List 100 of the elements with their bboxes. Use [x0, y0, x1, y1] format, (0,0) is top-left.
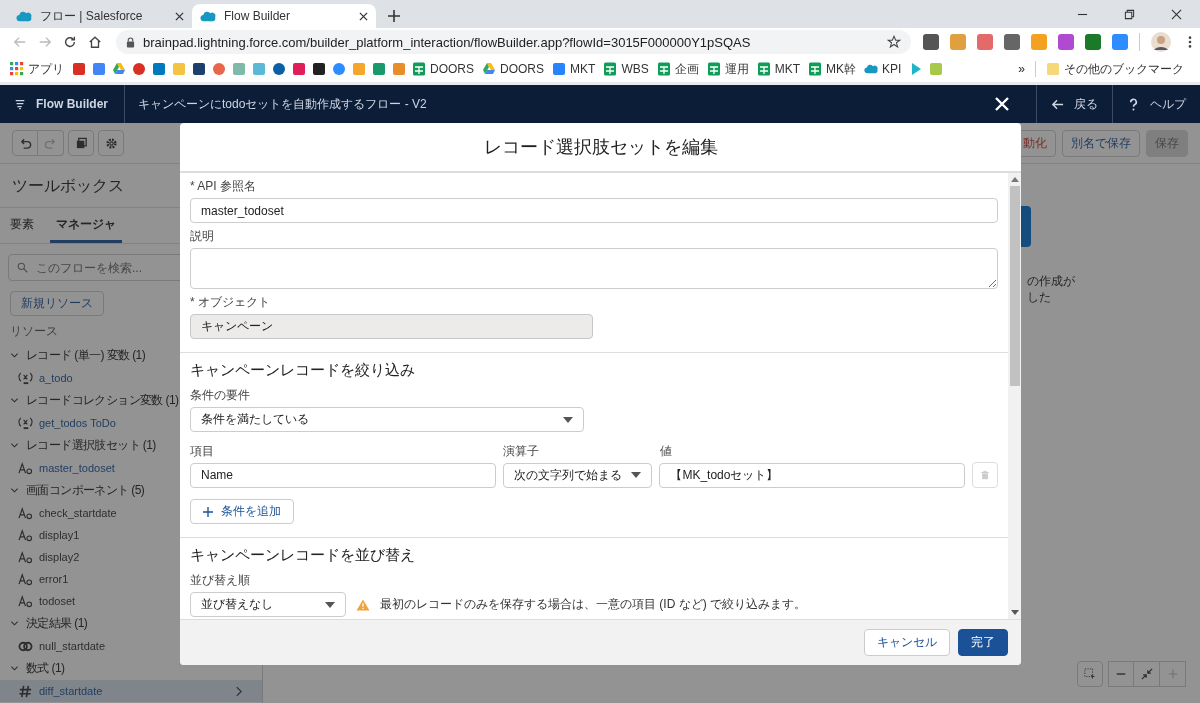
- scroll-up-icon[interactable]: [1010, 177, 1019, 182]
- settings-button[interactable]: [98, 130, 124, 156]
- bookmark-icon[interactable]: [272, 62, 286, 76]
- arrow-left-icon: [1051, 97, 1064, 111]
- copy-button[interactable]: [68, 130, 94, 156]
- column-label: 値: [660, 445, 673, 458]
- menu-icon[interactable]: [1188, 35, 1192, 49]
- folder-icon: [1046, 62, 1060, 76]
- close-icon[interactable]: [359, 11, 368, 21]
- text-type-icon: [18, 506, 33, 520]
- star-icon[interactable]: [887, 35, 901, 49]
- home-icon[interactable]: [88, 35, 102, 49]
- settings-icon: [104, 136, 118, 150]
- caret-icon: [325, 601, 335, 608]
- value-input[interactable]: 【MK_todoセット】: [659, 462, 966, 488]
- panel-tab[interactable]: 要素: [10, 208, 34, 243]
- tree-item[interactable]: null_startdate: [0, 635, 262, 657]
- chevron-right-icon: [235, 685, 242, 697]
- done-button[interactable]: 完了: [958, 629, 1008, 656]
- api-name-field[interactable]: master_todoset: [190, 198, 998, 223]
- field-label: * API 参照名: [190, 180, 258, 193]
- flow-icon: [14, 98, 26, 110]
- apps-grid-icon: [10, 62, 24, 76]
- hash-icon: [18, 684, 33, 698]
- flow-title: キャンペーンにtodoセットを自動作成するフロー - V2: [137, 95, 427, 113]
- scroll-thumb[interactable]: [1009, 186, 1020, 386]
- bookmark[interactable]: MKT: [552, 62, 596, 76]
- cloud-icon: [864, 62, 879, 76]
- flow-node[interactable]: [1021, 206, 1031, 247]
- scroll-down-icon[interactable]: [1010, 610, 1019, 615]
- tree-group[interactable]: 数式 (1): [0, 657, 262, 680]
- extension-icon[interactable]: [1085, 34, 1101, 50]
- lock-icon: [126, 36, 135, 48]
- drive-icon[interactable]: [112, 62, 126, 76]
- plus-icon: [203, 506, 213, 517]
- marquee-select-button[interactable]: [1077, 661, 1103, 687]
- extension-icon[interactable]: [1004, 34, 1020, 50]
- shrink-icon: [1140, 668, 1153, 680]
- caret-icon: [563, 416, 573, 423]
- bookmark[interactable]: MKT: [756, 62, 801, 76]
- bookmark-icon[interactable]: [312, 62, 326, 76]
- undo-button[interactable]: [12, 130, 38, 156]
- save-as-button[interactable]: 別名で保存: [1062, 130, 1140, 157]
- cancel-button[interactable]: キャンセル: [864, 629, 950, 656]
- maximize-icon[interactable]: [1124, 9, 1135, 20]
- chevron-icon: [10, 396, 19, 405]
- bookmark-icon[interactable]: [192, 62, 206, 76]
- undo-icon: [18, 136, 32, 150]
- spreadsheet-icon: [756, 62, 771, 76]
- bookmark[interactable]: 運用: [706, 60, 749, 78]
- requirement-select[interactable]: 条件を満たしている: [190, 407, 584, 432]
- zoom-out-button[interactable]: [1108, 661, 1134, 687]
- text-type-icon: [18, 550, 33, 564]
- section-heading: キャンペーンレコードを並び替え: [190, 546, 416, 564]
- search-input[interactable]: このフローを検索...: [34, 259, 245, 276]
- extension-icon[interactable]: [1058, 34, 1074, 50]
- forward-icon[interactable]: [38, 35, 52, 49]
- scrollbar[interactable]: [1008, 173, 1021, 619]
- chevron-icon: [10, 664, 19, 673]
- bookmark[interactable]: DOORS: [482, 62, 545, 76]
- app-name: Flow Builder: [36, 97, 108, 111]
- address-bar[interactable]: brainpad.lightning.force.com/builder_platform_interaction/flowBuilder.app?flowId=3015F000000Y1pSQAS: [116, 30, 911, 54]
- extension-icon[interactable]: [923, 34, 939, 50]
- close-icon[interactable]: [175, 11, 184, 21]
- bookmark[interactable]: KPI: [864, 62, 902, 76]
- new-tab-icon[interactable]: [388, 10, 400, 22]
- back-icon[interactable]: [13, 35, 27, 49]
- sort-order-select[interactable]: 並び替えなし: [190, 592, 346, 617]
- field-label: * オブジェクト: [190, 296, 271, 309]
- add-condition-button[interactable]: 条件を追加: [190, 499, 294, 524]
- bookmark[interactable]: 企画: [656, 60, 699, 78]
- chevron-icon: [10, 441, 19, 450]
- field-label: 条件の要件: [190, 389, 251, 402]
- tree-item[interactable]: display1: [0, 524, 262, 546]
- panel-tab[interactable]: マネージャ: [50, 208, 122, 243]
- reload-icon[interactable]: [63, 35, 77, 49]
- more-bookmarks-button[interactable]: »: [1018, 62, 1025, 76]
- spreadsheet-icon: [603, 62, 618, 76]
- section-heading: キャンペーンレコードを絞り込み: [190, 361, 416, 379]
- bookmark-folder[interactable]: その他のブックマーク: [1046, 60, 1184, 78]
- close-icon[interactable]: [1171, 9, 1182, 20]
- bookmark[interactable]: DOORS: [412, 62, 474, 76]
- chevron-icon: [10, 619, 19, 628]
- section-label: リソース: [10, 323, 58, 340]
- search-icon: [17, 262, 28, 273]
- browser-tab[interactable]: Flow Builder: [192, 4, 376, 28]
- avatar-icon[interactable]: [1151, 32, 1171, 52]
- bookmark[interactable]: WBS: [603, 62, 649, 76]
- node-label: の作成が: [1027, 273, 1075, 289]
- fit-view-button[interactable]: [1134, 661, 1160, 687]
- object-field[interactable]: キャンペーン: [190, 314, 593, 339]
- warning-icon: [356, 598, 370, 611]
- field-input[interactable]: Name: [190, 462, 496, 488]
- decision-icon: [18, 639, 33, 653]
- operator-select[interactable]: 次の文字列で始まる: [502, 462, 653, 488]
- bookmark[interactable]: MK幹: [808, 60, 857, 78]
- description-field[interactable]: [190, 248, 998, 289]
- new-resource-button[interactable]: 新規リソース: [10, 291, 104, 316]
- bookmark[interactable]: アプリ: [10, 60, 64, 78]
- browser-tab[interactable]: フロー | Salesforce: [8, 4, 192, 28]
